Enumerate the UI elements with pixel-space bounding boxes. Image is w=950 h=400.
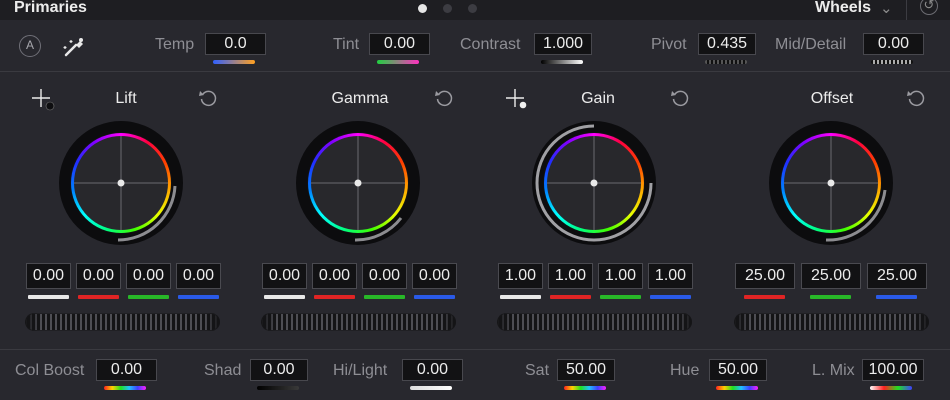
- divider-bottom: [0, 349, 950, 350]
- hi-light-field[interactable]: 0.00: [402, 359, 463, 381]
- gain-color-wheel[interactable]: [531, 120, 657, 246]
- temp-slider[interactable]: [213, 60, 255, 64]
- divider-top: [0, 71, 950, 72]
- temp-label: Temp: [155, 36, 195, 53]
- mode-dropdown-label[interactable]: Wheels: [815, 0, 871, 17]
- wheel-title-gain: Gain: [581, 90, 615, 107]
- gain-b-bar: [650, 295, 691, 299]
- offset-jog-shade: [734, 313, 929, 331]
- sat-field[interactable]: 50.00: [557, 359, 615, 381]
- gamma-y-field[interactable]: 0.00: [262, 263, 307, 289]
- gain-jog-shade: [497, 313, 692, 331]
- col-boost-label: Col Boost: [15, 362, 85, 379]
- mid-detail-field[interactable]: 0.00: [863, 33, 924, 55]
- gain-r-field[interactable]: 1.00: [548, 263, 593, 289]
- tint-slider[interactable]: [377, 60, 419, 64]
- gamma-g-bar: [364, 295, 405, 299]
- l-mix-label: L. Mix: [812, 362, 855, 379]
- eyedropper-icon[interactable]: [62, 35, 88, 59]
- col-boost-slider[interactable]: [104, 386, 146, 390]
- hue-label: Hue: [670, 362, 700, 379]
- reset-all-icon[interactable]: ↺: [920, 0, 938, 15]
- gain-y-field[interactable]: 1.00: [498, 263, 543, 289]
- mid-detail-slider[interactable]: [871, 60, 913, 64]
- lift-color-wheel[interactable]: [58, 120, 184, 246]
- gamma-b-bar: [414, 295, 455, 299]
- gamma-g-field[interactable]: 0.00: [362, 263, 407, 289]
- panel-header: Primaries Wheels ⌄ ↺: [0, 0, 950, 20]
- gain-reset-icon[interactable]: [670, 88, 690, 108]
- gamma-reset-icon[interactable]: [434, 88, 454, 108]
- contrast-label: Contrast: [460, 36, 521, 53]
- gain-g-field[interactable]: 1.00: [598, 263, 643, 289]
- gain-b-field[interactable]: 1.00: [648, 263, 693, 289]
- offset-g-field[interactable]: 25.00: [801, 263, 861, 289]
- gain-g-bar: [600, 295, 641, 299]
- lift-g-field[interactable]: 0.00: [126, 263, 171, 289]
- panel-title: Primaries: [14, 0, 87, 16]
- wheel-title-offset: Offset: [810, 90, 854, 107]
- header-divider: [906, 0, 907, 20]
- contrast-field[interactable]: 1.000: [534, 33, 592, 55]
- temp-field[interactable]: 0.0: [205, 33, 266, 55]
- chevron-down-icon[interactable]: ⌄: [880, 0, 893, 17]
- offset-b-bar: [876, 295, 917, 299]
- offset-b-field[interactable]: 25.00: [867, 263, 927, 289]
- shad-label: Shad: [204, 362, 242, 379]
- lift-picker-icon[interactable]: [30, 88, 58, 112]
- lift-jog-shade: [25, 313, 220, 331]
- contrast-slider[interactable]: [541, 60, 583, 64]
- tint-field[interactable]: 0.00: [369, 33, 430, 55]
- sat-label: Sat: [525, 362, 550, 379]
- l-mix-slider[interactable]: [870, 386, 912, 390]
- offset-r-field[interactable]: 25.00: [735, 263, 795, 289]
- lift-b-bar: [178, 295, 219, 299]
- bottom-adjust-row: Col Boost 0.00 Shad 0.00 Hi/Light 0.00 S…: [0, 351, 950, 400]
- gamma-b-field[interactable]: 0.00: [412, 263, 457, 289]
- lift-r-field[interactable]: 0.00: [76, 263, 121, 289]
- wheel-title-gamma: Gamma: [331, 90, 389, 107]
- col-boost-field[interactable]: 0.00: [96, 359, 157, 381]
- gamma-color-wheel[interactable]: [295, 120, 421, 246]
- hue-field[interactable]: 50.00: [709, 359, 767, 381]
- page-dot-1[interactable]: [418, 4, 427, 13]
- lift-r-bar: [78, 295, 119, 299]
- sat-slider[interactable]: [564, 386, 606, 390]
- pivot-slider[interactable]: [705, 60, 747, 64]
- gamma-r-bar: [314, 295, 355, 299]
- adjustment-row: A Temp 0.0 Tint 0.00 Contrast 1.000 Pivo…: [0, 20, 950, 70]
- auto-balance-button[interactable]: A: [19, 35, 41, 57]
- gamma-r-field[interactable]: 0.00: [312, 263, 357, 289]
- lift-y-field[interactable]: 0.00: [26, 263, 71, 289]
- offset-g-bar: [810, 295, 851, 299]
- offset-r-bar: [744, 295, 785, 299]
- shad-field[interactable]: 0.00: [250, 359, 308, 381]
- gain-y-bar: [500, 295, 541, 299]
- pivot-field[interactable]: 0.435: [698, 33, 756, 55]
- wheel-title-lift: Lift: [115, 90, 137, 107]
- tint-label: Tint: [333, 36, 360, 53]
- shad-slider[interactable]: [257, 386, 299, 390]
- lift-y-bar: [28, 295, 69, 299]
- gain-r-bar: [550, 295, 591, 299]
- gamma-y-bar: [264, 295, 305, 299]
- hi-light-slider[interactable]: [410, 386, 452, 390]
- l-mix-field[interactable]: 100.00: [862, 359, 924, 381]
- gain-picker-icon[interactable]: [504, 88, 532, 112]
- hi-light-label: Hi/Light: [333, 362, 388, 379]
- lift-g-bar: [128, 295, 169, 299]
- page-dot-3[interactable]: [468, 4, 477, 13]
- lift-reset-icon[interactable]: [198, 88, 218, 108]
- hue-slider[interactable]: [716, 386, 758, 390]
- pivot-label: Pivot: [651, 36, 687, 53]
- page-dots: [418, 4, 477, 13]
- gamma-jog-shade: [261, 313, 456, 331]
- offset-reset-icon[interactable]: [906, 88, 926, 108]
- mid-detail-label: Mid/Detail: [775, 36, 847, 53]
- page-dot-2[interactable]: [443, 4, 452, 13]
- lift-b-field[interactable]: 0.00: [176, 263, 221, 289]
- offset-color-wheel[interactable]: [768, 120, 894, 246]
